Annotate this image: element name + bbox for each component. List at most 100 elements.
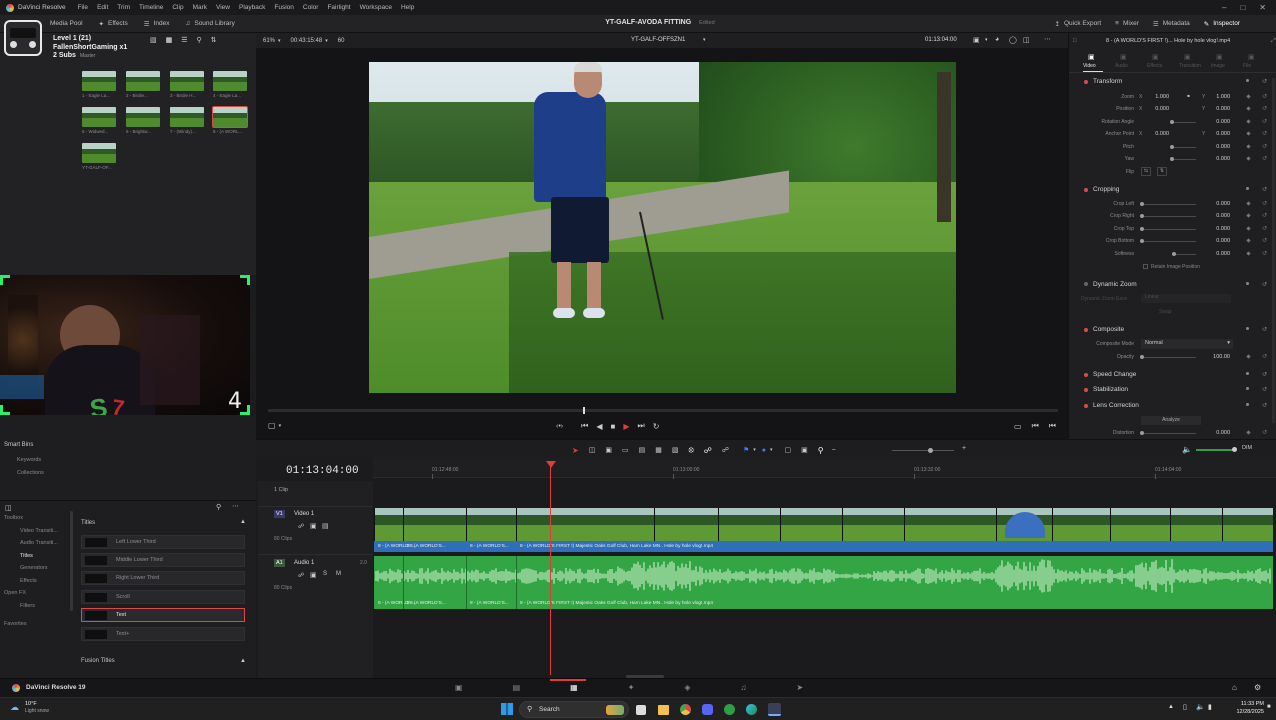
video-clip[interactable] (1222, 508, 1273, 541)
media-thumbnail[interactable] (212, 106, 248, 128)
audio-track-header[interactable]: A1 Audio 1 2.0 ☍ ▣ S M 80 Clips (258, 554, 373, 614)
reset-icon[interactable]: ↺ (1262, 143, 1267, 150)
property-value-x[interactable]: 1.000 (1139, 94, 1169, 100)
menu-edit[interactable]: Edit (97, 4, 108, 11)
property-value-x[interactable]: 0.000 (1139, 106, 1169, 112)
inspector-toggle-icon[interactable]: □ (1073, 38, 1077, 44)
deliver-page-icon[interactable]: ➤ (797, 683, 804, 692)
metadata-button[interactable]: ☰ Metadata (1153, 20, 1190, 28)
video-clip[interactable] (374, 508, 403, 541)
reset-icon[interactable]: ↺ (1262, 200, 1267, 207)
reset-icon[interactable]: ↺ (1262, 93, 1267, 100)
menu-fusion[interactable]: Fusion (274, 4, 294, 11)
keyframe-icon[interactable] (1246, 387, 1249, 390)
clock[interactable]: 11:33 PM 12/28/2025 (1228, 701, 1264, 716)
timeline-ruler[interactable] (373, 459, 1276, 478)
inspector-section-title[interactable]: Speed Change (1093, 371, 1136, 378)
insert-clip-icon[interactable]: ▤ (639, 446, 646, 454)
disable-track-icon[interactable]: ▤ (322, 522, 329, 530)
title-template-item[interactable]: Left Lower Third (81, 535, 245, 549)
collapse-icon[interactable]: ▲ (240, 658, 246, 664)
weather-icon[interactable]: ☁ (10, 702, 19, 713)
minimize-icon[interactable]: – (1222, 3, 1226, 12)
monitor-icon[interactable]: ▣ (973, 36, 980, 44)
selection-tool-icon[interactable]: ➤ (572, 446, 579, 455)
taskbar-search[interactable]: ⚲ Search (519, 701, 629, 718)
reset-icon[interactable]: ↺ (1262, 281, 1267, 288)
marker-icon[interactable]: ● (762, 447, 766, 454)
fusion-page-icon[interactable]: ✦ (628, 683, 635, 692)
dim-icon[interactable]: DIM (1242, 445, 1252, 451)
property-slider[interactable] (1140, 357, 1196, 358)
reset-icon[interactable]: ↺ (1262, 429, 1267, 436)
property-value[interactable]: 0.000 (1200, 226, 1230, 232)
slider-knob[interactable] (1172, 252, 1176, 256)
next-edit-icon[interactable]: ⏮ (1049, 421, 1056, 431)
flip-vertical-icon[interactable]: ⇅ (1157, 167, 1167, 176)
view-icon[interactable]: ▧ (150, 36, 157, 44)
chevron-up-icon[interactable]: ▲ (1168, 704, 1174, 710)
weather-widget[interactable]: 10°F Light snow (25, 701, 49, 715)
mute-icon[interactable]: M (336, 571, 341, 577)
video-clip[interactable] (842, 508, 904, 541)
fairlight-page-icon[interactable]: ♫ (741, 683, 747, 692)
media-pool-button[interactable]: Media Pool (50, 20, 83, 27)
trim-tool-icon[interactable]: ◫ (589, 446, 596, 454)
slider-knob[interactable] (1140, 214, 1144, 218)
property-value[interactable]: 0.000 (1200, 144, 1230, 150)
menu-timeline[interactable]: Timeline (139, 4, 163, 11)
file-explorer-icon[interactable] (658, 704, 669, 715)
maximize-icon[interactable]: □ (1240, 3, 1245, 12)
title-template-item[interactable]: Middle Lower Third (81, 553, 245, 567)
reset-icon[interactable]: ↺ (1262, 78, 1267, 85)
keyframe-icon[interactable] (1246, 282, 1249, 285)
prev-edit-icon[interactable]: ⏮ (1032, 421, 1039, 431)
zoom-detail-icon[interactable]: ▣ (801, 446, 808, 454)
media-thumbnail[interactable] (82, 71, 116, 91)
section-enabled-indicator[interactable] (1084, 328, 1088, 332)
menu-mark[interactable]: Mark (193, 4, 207, 11)
property-value[interactable]: 0.000 (1200, 430, 1230, 436)
effects-category[interactable]: Video Transiti... (20, 528, 58, 534)
match-frame-icon[interactable]: ▭ (1014, 422, 1022, 431)
transform-icon[interactable]: ▢ (268, 421, 276, 430)
reset-icon[interactable]: ↺ (1262, 155, 1267, 162)
chevron-down-icon[interactable]: ▾ (703, 37, 706, 43)
property-value-y[interactable]: 0.000 (1200, 106, 1230, 112)
reset-icon[interactable]: ↺ (1262, 237, 1267, 244)
sound-library-button[interactable]: ♫ Sound Library (185, 20, 234, 27)
media-thumbnail[interactable] (82, 107, 116, 127)
title-template-item[interactable]: Text+ (81, 627, 245, 641)
section-enabled-indicator[interactable] (1084, 388, 1088, 392)
windows-start-icon[interactable] (501, 703, 513, 715)
inspector-tab-transition[interactable]: Transition (1179, 63, 1201, 69)
play-reverse-icon[interactable]: ◀ (596, 422, 602, 431)
flip-horizontal-icon[interactable]: ⇆ (1141, 167, 1151, 176)
keyframe-icon[interactable] (1246, 79, 1249, 82)
more-options-icon[interactable]: ⋯ (232, 502, 239, 510)
close-icon[interactable]: ✕ (1259, 3, 1266, 12)
dynamic-zoom-ease-select[interactable]: Linear (1141, 294, 1231, 303)
inspector-section-title[interactable]: Composite (1093, 326, 1124, 333)
link-icon[interactable]: ☍ (704, 446, 712, 455)
property-slider[interactable] (1140, 204, 1196, 205)
panel-toggle-icon[interactable]: ◫ (5, 504, 12, 512)
play-icon[interactable]: ▶ (623, 422, 629, 431)
speaker-icon[interactable]: 🔈 (1182, 445, 1192, 454)
video-clip[interactable] (1110, 508, 1170, 541)
chevron-down-icon[interactable]: ▾ (279, 423, 282, 429)
fullscreen-icon[interactable]: ⤢ (1271, 38, 1276, 45)
video-clip[interactable] (904, 508, 996, 541)
property-slider[interactable] (1140, 216, 1196, 217)
reset-icon[interactable]: ↺ (1262, 326, 1267, 333)
inspector-section-title[interactable]: Dynamic Zoom (1093, 281, 1137, 288)
color-page-icon[interactable]: ◈ (684, 683, 690, 692)
inspector-tab-effects[interactable]: Effects (1147, 63, 1162, 69)
section-enabled-indicator[interactable] (1084, 80, 1088, 84)
slider-knob[interactable] (1170, 145, 1174, 149)
property-value[interactable]: 0.000 (1200, 119, 1230, 125)
skip-end-icon[interactable]: ⏭ (637, 421, 644, 431)
zoom-slider-knob[interactable] (928, 448, 933, 453)
video-clip[interactable] (718, 508, 780, 541)
xbox-icon[interactable] (724, 704, 735, 715)
